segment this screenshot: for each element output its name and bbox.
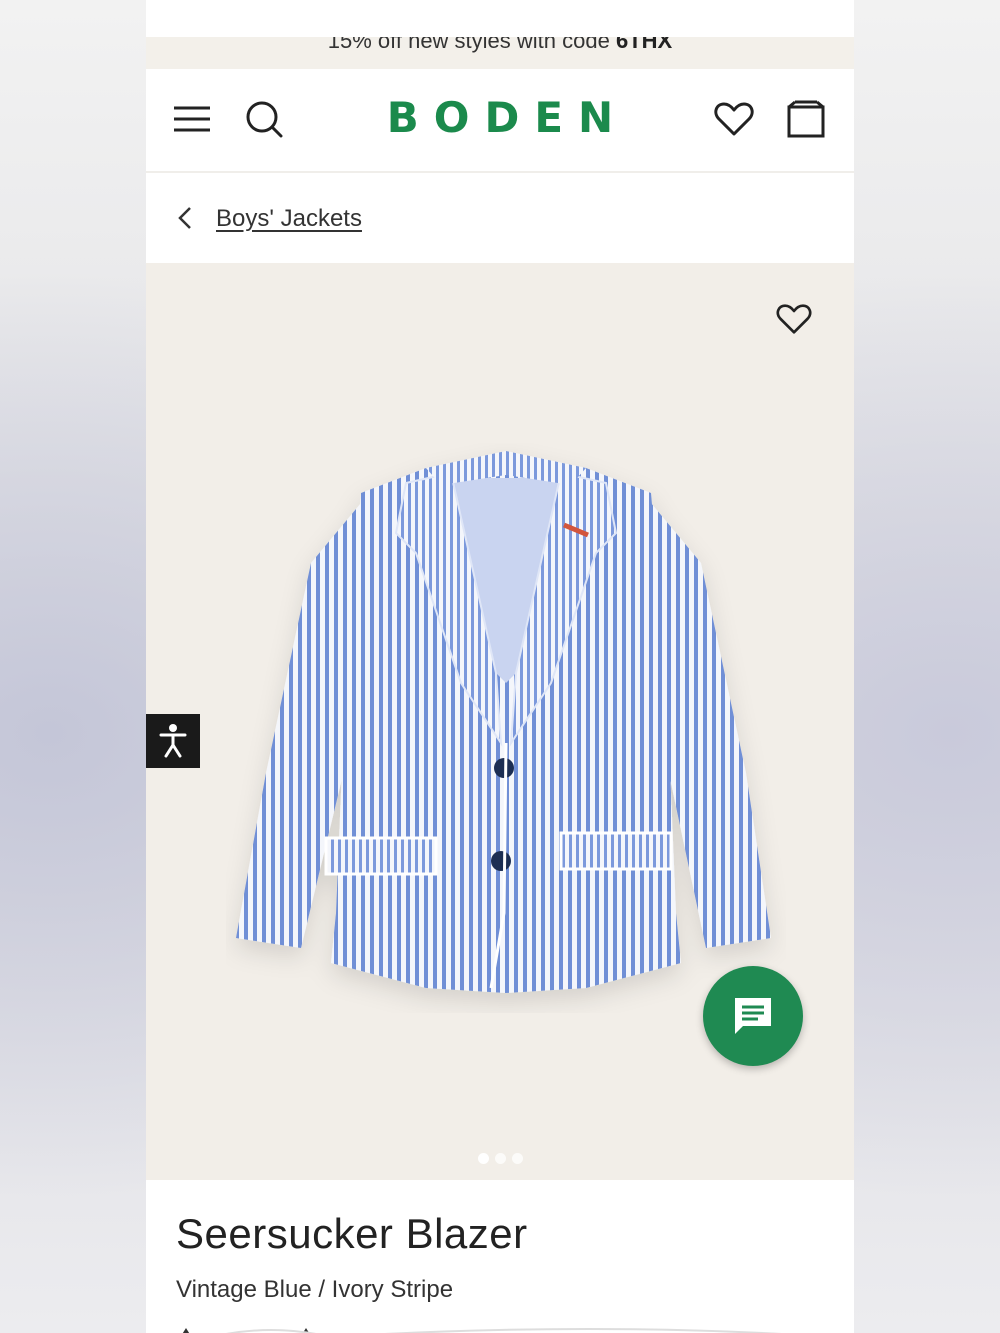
carousel-dot[interactable] xyxy=(511,1153,523,1164)
mobile-page: 15% off new styles with code 6THX BODEN xyxy=(146,0,854,1333)
breadcrumb: Boys' Jackets xyxy=(146,173,854,263)
carousel-dot[interactable] xyxy=(477,1153,489,1164)
site-header: BODEN xyxy=(146,69,854,173)
carousel-dots xyxy=(146,1153,854,1164)
bag-button[interactable] xyxy=(784,97,828,141)
rating-stars-icon xyxy=(182,1328,782,1333)
chat-button[interactable] xyxy=(703,966,803,1066)
promo-code: 6THX xyxy=(615,37,673,53)
product-image[interactable] xyxy=(226,443,786,1013)
accessibility-button[interactable] xyxy=(146,714,200,768)
promo-message: 15% off new styles with code xyxy=(327,37,616,53)
heart-icon xyxy=(714,102,754,136)
add-to-wishlist-button[interactable] xyxy=(776,303,816,343)
status-area xyxy=(146,0,854,37)
accessibility-icon xyxy=(159,724,187,758)
wishlist-button[interactable] xyxy=(712,97,756,141)
carousel-dot[interactable] xyxy=(494,1153,506,1164)
back-chevron-icon[interactable] xyxy=(174,205,198,231)
bag-icon xyxy=(787,100,825,138)
promo-text: 15% off new styles with code 6THX xyxy=(146,37,854,54)
product-colour: Vintage Blue / Ivory Stripe xyxy=(176,1276,454,1303)
product-title: Seersucker Blazer xyxy=(176,1210,528,1257)
promo-banner[interactable]: 15% off new styles with code 6THX xyxy=(146,37,854,69)
chat-icon xyxy=(735,998,771,1034)
heart-outline-icon xyxy=(776,304,812,334)
breadcrumb-link[interactable]: Boys' Jackets xyxy=(216,205,362,233)
product-info: Seersucker Blazer Vintage Blue / Ivory S… xyxy=(146,1180,854,1333)
